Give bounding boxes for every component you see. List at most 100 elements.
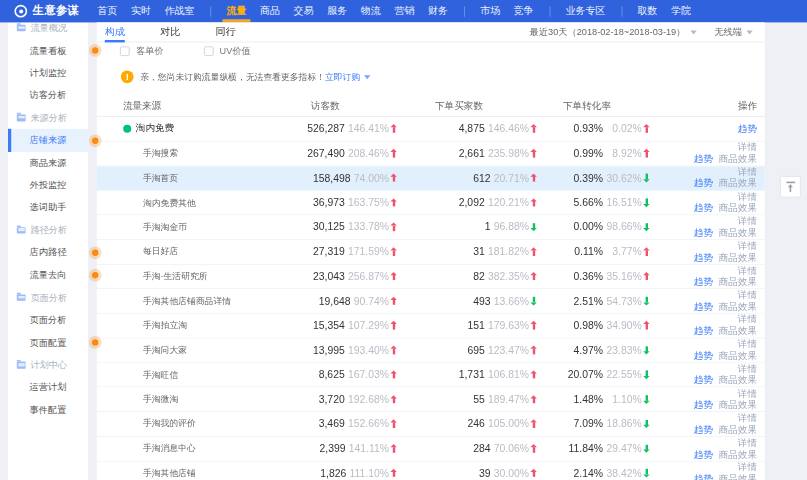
nav-item-营销[interactable]: 营销 — [388, 0, 422, 22]
table-row-手淘·生活研究所: 手淘·生活研究所23,043256.87%82382.35%0.36%35.16… — [97, 264, 765, 289]
tab-构成[interactable]: 构成 — [105, 22, 143, 42]
item-effect-link[interactable]: 商品效果 — [719, 252, 757, 263]
nav-item-首页[interactable]: 首页 — [90, 0, 124, 22]
sidebar-item-运营计划[interactable]: 运营计划 — [8, 376, 88, 398]
item-effect-link[interactable]: 商品效果 — [719, 203, 757, 214]
item-effect-link[interactable]: 商品效果 — [719, 326, 757, 337]
detail-link[interactable]: 详情 — [738, 437, 757, 448]
trend-link[interactable]: 趋势 — [694, 399, 713, 410]
detail-link[interactable]: 详情 — [738, 289, 757, 300]
metric-checkbox-客单价[interactable]: 客单价 — [120, 45, 164, 57]
subscribe-link[interactable]: 立即订购 — [325, 71, 360, 83]
detail-link[interactable]: 详情 — [738, 240, 757, 251]
arrow-up-icon — [531, 198, 537, 207]
arrow-up-icon — [391, 395, 397, 404]
detail-link[interactable]: 详情 — [738, 412, 757, 423]
sidebar-section-计划中心[interactable]: 计划中心 — [8, 354, 88, 376]
conversion-cell: 4.97% — [537, 344, 603, 356]
sidebar-item-店铺来源[interactable]: 店铺来源 — [8, 129, 88, 151]
source-name: 手淘其他店铺 — [123, 467, 275, 479]
trend-link[interactable]: 趋势 — [694, 326, 713, 337]
nav-item-实时[interactable]: 实时 — [124, 0, 158, 22]
sidebar-item-页面分析[interactable]: 页面分析 — [8, 309, 88, 331]
buyers-cell: 61220.71% — [397, 172, 537, 184]
trend-link[interactable]: 趋势 — [694, 350, 713, 361]
detail-link[interactable]: 详情 — [738, 191, 757, 202]
detail-link[interactable]: 详情 — [738, 216, 757, 227]
detail-link[interactable]: 详情 — [738, 462, 757, 473]
buyers-cell: 28470.06% — [397, 443, 537, 455]
sidebar-section-来源分析[interactable]: 来源分析 — [8, 107, 88, 129]
item-effect-link[interactable]: 商品效果 — [719, 178, 757, 189]
sidebar-item-选词助手[interactable]: 选词助手 — [8, 197, 88, 219]
nav-item-作战室[interactable]: 作战室 — [158, 0, 202, 22]
table-row-手淘搜索: 手淘搜索267,490208.46%2,661235.98%0.99%8.92%… — [97, 141, 765, 166]
trend-link[interactable]: 趋势 — [694, 227, 713, 238]
checkbox-icon[interactable] — [204, 46, 214, 56]
sidebar-item-流量看板[interactable]: 流量看板 — [8, 39, 88, 61]
sidebar-item-事件配置[interactable]: 事件配置 — [8, 399, 88, 421]
nav-item-取数[interactable]: 取数 — [631, 0, 665, 22]
item-effect-link[interactable]: 商品效果 — [719, 350, 757, 361]
detail-link[interactable]: 详情 — [738, 166, 757, 177]
trend-link[interactable]: 趋势 — [694, 178, 713, 189]
terminal-picker[interactable]: 无线端 — [714, 26, 753, 38]
nav-item-财务[interactable]: 财务 — [421, 0, 455, 22]
date-range-picker[interactable]: 最近30天（2018-02-18~2018-03-19） — [530, 26, 697, 38]
sidebar-item-计划监控[interactable]: 计划监控 — [8, 62, 88, 84]
item-effect-link[interactable]: 商品效果 — [719, 375, 757, 386]
nav-item-服务[interactable]: 服务 — [320, 0, 354, 22]
detail-link[interactable]: 详情 — [738, 339, 757, 350]
arrow-up-icon — [391, 247, 397, 256]
sidebar-item-页面配置[interactable]: 页面配置 — [8, 331, 88, 353]
item-effect-link[interactable]: 商品效果 — [719, 449, 757, 460]
trend-link[interactable]: 趋势 — [694, 301, 713, 312]
tab-对比[interactable]: 对比 — [143, 22, 198, 42]
sidebar-item-流量去向[interactable]: 流量去向 — [8, 264, 88, 286]
nav-item-商品[interactable]: 商品 — [253, 0, 287, 22]
nav-item-物流[interactable]: 物流 — [354, 0, 388, 22]
trend-link[interactable]: 趋势 — [694, 203, 713, 214]
nav-separator — [621, 6, 622, 16]
sidebar-item-外投监控[interactable]: 外投监控 — [8, 174, 88, 196]
sidebar-section-页面分析[interactable]: 页面分析 — [8, 287, 88, 309]
detail-link[interactable]: 详情 — [738, 265, 757, 276]
item-effect-link[interactable]: 商品效果 — [719, 276, 757, 287]
item-effect-link[interactable]: 商品效果 — [719, 424, 757, 435]
trend-link[interactable]: 趋势 — [694, 375, 713, 386]
item-effect-link[interactable]: 商品效果 — [719, 153, 757, 164]
detail-link[interactable]: 详情 — [738, 142, 757, 153]
checkbox-icon[interactable] — [120, 46, 130, 56]
detail-link[interactable]: 详情 — [738, 314, 757, 325]
nav-item-学院[interactable]: 学院 — [664, 0, 698, 22]
nav-item-竞争[interactable]: 竞争 — [507, 0, 541, 22]
sidebar-section-路径分析[interactable]: 路径分析 — [8, 219, 88, 241]
detail-link[interactable]: 详情 — [738, 363, 757, 374]
detail-link[interactable]: 详情 — [738, 388, 757, 399]
conversion-change-cell: 16.51% — [603, 197, 650, 209]
buyers-cell: 695123.47% — [397, 344, 537, 356]
trend-link[interactable]: 趋势 — [738, 123, 757, 134]
metric-checkbox-UV价值[interactable]: UV价值 — [204, 45, 251, 57]
nav-item-业务专区[interactable]: 业务专区 — [559, 0, 613, 22]
trend-link[interactable]: 趋势 — [694, 473, 713, 480]
trend-link[interactable]: 趋势 — [694, 153, 713, 164]
tab-同行[interactable]: 同行 — [198, 22, 253, 42]
item-effect-link[interactable]: 商品效果 — [719, 399, 757, 410]
trend-link[interactable]: 趋势 — [694, 449, 713, 460]
sidebar-item-访客分析[interactable]: 访客分析 — [8, 84, 88, 106]
item-effect-link[interactable]: 商品效果 — [719, 301, 757, 312]
item-effect-link[interactable]: 商品效果 — [719, 473, 757, 480]
brand[interactable]: 生意参谋 — [14, 4, 90, 18]
nav-item-市场[interactable]: 市场 — [473, 0, 507, 22]
back-to-top-button[interactable] — [780, 176, 801, 198]
item-effect-link[interactable]: 商品效果 — [719, 227, 757, 238]
trend-link[interactable]: 趋势 — [694, 252, 713, 263]
buyers-cell: 2,092120.21% — [397, 197, 537, 209]
trend-link[interactable]: 趋势 — [694, 424, 713, 435]
nav-item-流量[interactable]: 流量 — [220, 0, 254, 22]
trend-link[interactable]: 趋势 — [694, 276, 713, 287]
nav-item-交易[interactable]: 交易 — [287, 0, 321, 22]
sidebar-item-商品来源[interactable]: 商品来源 — [8, 152, 88, 174]
sidebar-item-店内路径[interactable]: 店内路径 — [8, 242, 88, 264]
